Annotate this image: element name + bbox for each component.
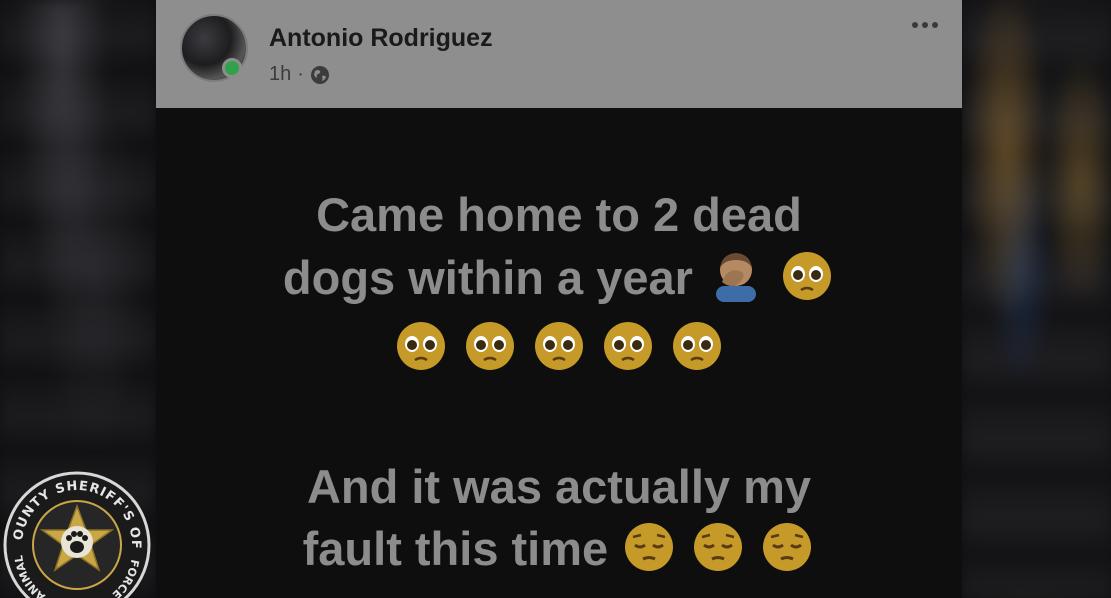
post-time[interactable]: 1h xyxy=(269,63,291,86)
post-header: Antonio Rodriguez 1h · xyxy=(156,0,962,108)
author-avatar[interactable] xyxy=(180,14,248,82)
text-line-with-emoji: fault this time xyxy=(156,518,962,588)
text-line: And it was actually my xyxy=(306,460,812,513)
text-line-with-emoji: dogs within a year xyxy=(156,246,962,317)
post-body: Came home to 2 dead dogs within a year A… xyxy=(156,108,962,598)
pleading-face-emoji-icon xyxy=(464,320,516,387)
pleading-face-emoji-icon xyxy=(781,250,833,317)
text-line: Came home to 2 dead xyxy=(316,188,802,241)
text-line: fault this time xyxy=(302,522,609,575)
pleading-face-emoji-icon xyxy=(533,320,585,387)
post-paragraph-1: Came home to 2 dead dogs within a year xyxy=(156,184,962,387)
globe-icon xyxy=(310,65,330,85)
pensive-face-emoji-icon xyxy=(761,521,813,588)
pleading-face-emoji-icon xyxy=(395,320,447,387)
author-name[interactable]: Antonio Rodriguez xyxy=(269,24,493,53)
post-meta: 1h · xyxy=(269,63,330,86)
blurred-background-right xyxy=(961,0,1111,598)
emoji-row xyxy=(156,317,962,387)
pensive-face-emoji-icon xyxy=(692,521,744,588)
pensive-face-emoji-icon xyxy=(623,521,675,588)
video-frame: Antonio Rodriguez 1h · Came home to 2 de… xyxy=(0,0,1111,598)
meta-separator: · xyxy=(297,63,304,85)
sheriff-badge-logo: LEE COUNTY SHERIFF'S OFFICE ANIMAL FORCE xyxy=(0,459,152,598)
face-palm-emoji-icon xyxy=(708,246,764,317)
post-paragraph-2: And it was actually my fault this time xyxy=(156,456,962,588)
more-options-icon[interactable] xyxy=(912,22,938,28)
facebook-post: Antonio Rodriguez 1h · Came home to 2 de… xyxy=(156,0,962,598)
pleading-face-emoji-icon xyxy=(671,320,723,387)
online-status-dot xyxy=(222,58,242,78)
pleading-face-emoji-icon xyxy=(602,320,654,387)
text-line: dogs within a year xyxy=(282,251,693,304)
